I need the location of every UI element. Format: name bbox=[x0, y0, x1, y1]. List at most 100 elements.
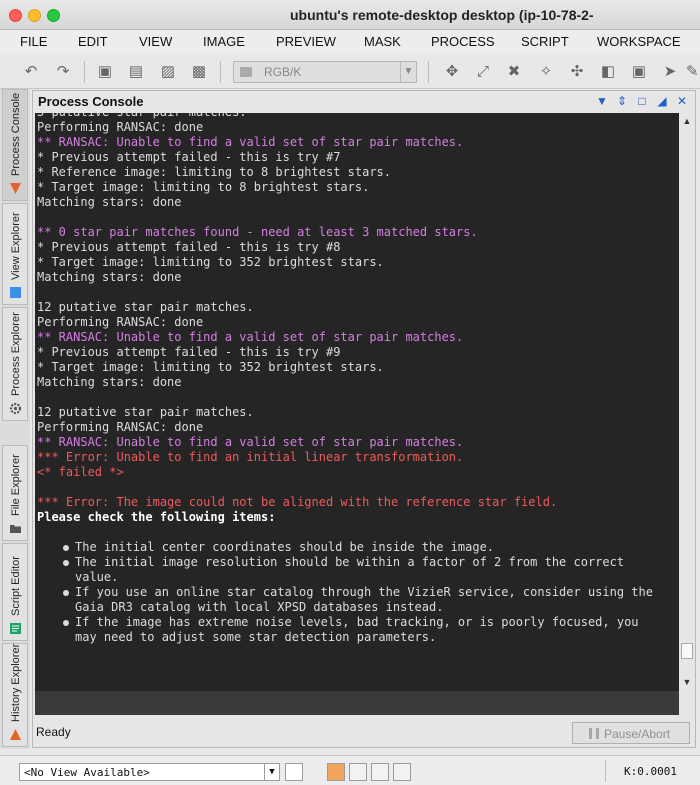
bottom-status-bar: <No View Available> ▼ K:0.0001 bbox=[0, 755, 700, 785]
panel-shade-icon[interactable]: ⇕ bbox=[615, 94, 629, 108]
menu-process[interactable]: PROCESS bbox=[431, 34, 495, 49]
view-select-value: <No View Available> bbox=[24, 766, 150, 779]
move-icon[interactable]: ✥ bbox=[443, 63, 461, 81]
checklist-line: Gaia DR3 catalog with local XPSD databas… bbox=[75, 600, 444, 614]
redo-icon[interactable]: ↷ bbox=[54, 63, 72, 81]
menu-mask[interactable]: MASK bbox=[364, 34, 401, 49]
bullet-icon bbox=[63, 620, 69, 626]
side-dock: Process Console View Explorer Process Ex… bbox=[0, 89, 30, 749]
console-line: 12 putative star pair matches. bbox=[37, 405, 254, 419]
menu-script[interactable]: SCRIPT bbox=[521, 34, 569, 49]
toolbar-separator bbox=[84, 61, 85, 83]
checklist-line: If the image has extreme noise levels, b… bbox=[75, 615, 639, 629]
panel-menu-icon[interactable]: ▼ bbox=[595, 94, 609, 108]
storage-icon[interactable]: ▨ bbox=[159, 63, 177, 81]
main-toolbar: ↶ ↷ ▣ ▤ ▨ ▩ RGB/K ▼ ✥ ⤢ ✖ ✧ ✣ ◧ ▣ ➤ ✎ bbox=[0, 55, 700, 89]
console-line: Matching stars: done bbox=[37, 270, 182, 284]
bullet-icon bbox=[63, 545, 69, 551]
scroll-down-icon[interactable]: ▼ bbox=[681, 676, 693, 688]
undo-icon[interactable]: ↶ bbox=[22, 63, 40, 81]
console-line: 3 putative star pair matches. bbox=[37, 113, 247, 120]
tab-label: File Explorer bbox=[10, 454, 22, 516]
script-icon bbox=[10, 623, 21, 634]
console-line: * Previous attempt failed - this is try … bbox=[37, 150, 341, 164]
folder-icon bbox=[10, 525, 21, 533]
cursor-icon[interactable]: ➤ bbox=[661, 63, 679, 81]
console-line: ** RANSAC: Unable to find a valid set of… bbox=[37, 135, 464, 149]
toolbar-separator bbox=[220, 61, 221, 83]
checklist-line: The initial image resolution should be w… bbox=[75, 555, 625, 569]
history-icon bbox=[10, 729, 21, 740]
console-line: * Target image: limiting to 352 brightes… bbox=[37, 360, 384, 374]
color-space-label: RGB/K bbox=[264, 65, 302, 79]
zoom-window-button[interactable] bbox=[47, 9, 60, 22]
swatch-slot[interactable] bbox=[393, 763, 411, 781]
pause-abort-button[interactable]: Pause/Abort bbox=[572, 722, 690, 744]
title-bar: ubuntu's remote-desktop desktop (ip-10-7… bbox=[0, 0, 700, 30]
menu-preview[interactable]: PREVIEW bbox=[276, 34, 336, 49]
tab-process-console[interactable]: Process Console bbox=[2, 89, 28, 201]
tab-file-explorer[interactable]: File Explorer bbox=[2, 445, 28, 541]
console-line: Performing RANSAC: done bbox=[37, 120, 204, 134]
panel-close-icon[interactable]: ✕ bbox=[675, 94, 689, 108]
tab-label: View Explorer bbox=[10, 212, 22, 280]
console-line: *** Error: Unable to find an initial lin… bbox=[37, 450, 464, 464]
scrollbar-thumb[interactable] bbox=[681, 643, 693, 659]
view-list-icon[interactable] bbox=[285, 763, 303, 781]
console-line: Performing RANSAC: done bbox=[37, 315, 204, 329]
tab-history-explorer[interactable]: History Explorer bbox=[2, 643, 28, 747]
menu-image[interactable]: IMAGE bbox=[203, 34, 245, 49]
new-window-icon[interactable]: ◧ bbox=[599, 63, 617, 81]
tab-view-explorer[interactable]: View Explorer bbox=[2, 203, 28, 305]
checklist-line: The initial center coordinates should be… bbox=[75, 540, 495, 554]
color-space-select[interactable]: RGB/K ▼ bbox=[233, 61, 417, 83]
console-line: * Target image: limiting to 8 brightest … bbox=[37, 180, 370, 194]
close-window-button[interactable] bbox=[9, 9, 22, 22]
console-line: ** RANSAC: Unable to find a valid set of… bbox=[37, 330, 464, 344]
mask-icon[interactable]: ▣ bbox=[630, 63, 648, 81]
toolbar-separator bbox=[428, 61, 429, 83]
checklist-line: may need to adjust some star detection p… bbox=[75, 630, 437, 644]
console-icon bbox=[10, 183, 21, 194]
zoom-in-icon[interactable]: ✖ bbox=[505, 63, 523, 81]
fit-icon[interactable]: ⤢ bbox=[474, 63, 492, 81]
pan-icon[interactable]: ✣ bbox=[568, 63, 586, 81]
panel-header: Process Console ▼ ⇕ □ ◢ ✕ bbox=[33, 91, 695, 113]
panel-maximize-icon[interactable]: □ bbox=[635, 94, 649, 108]
menu-workspace[interactable]: WORKSPACE bbox=[597, 34, 681, 49]
console-line: * Reference image: limiting to 8 brighte… bbox=[37, 165, 392, 179]
console-vertical-scrollbar[interactable]: ▲ ▼ bbox=[679, 113, 695, 691]
new-image-icon[interactable]: ▣ bbox=[96, 63, 114, 81]
tab-script-editor[interactable]: Script Editor bbox=[2, 543, 28, 641]
console-line: ** 0 star pair matches found - need at l… bbox=[37, 225, 478, 239]
color-swatch[interactable] bbox=[327, 763, 345, 781]
k-value-readout: K:0.0001 bbox=[624, 765, 677, 778]
checklist-line: value. bbox=[75, 570, 119, 584]
console-status-bar: Ready Pause/Abort bbox=[33, 717, 695, 747]
pause-icon bbox=[589, 728, 599, 739]
storage-alt-icon[interactable]: ▩ bbox=[190, 63, 208, 81]
menu-view[interactable]: VIEW bbox=[139, 34, 172, 49]
chevron-down-icon[interactable]: ▼ bbox=[400, 62, 416, 82]
console-output[interactable]: 3 putative star pair matches.Performing … bbox=[35, 113, 679, 691]
scroll-up-icon[interactable]: ▲ bbox=[681, 115, 693, 127]
process-console-panel: Process Console ▼ ⇕ □ ◢ ✕ 3 putative sta… bbox=[32, 90, 696, 748]
gear-icon bbox=[9, 402, 22, 415]
minimize-window-button[interactable] bbox=[28, 9, 41, 22]
new-preview-icon[interactable]: ▤ bbox=[127, 63, 145, 81]
pause-abort-label: Pause/Abort bbox=[604, 727, 671, 741]
console-line: Matching stars: done bbox=[37, 195, 182, 209]
menu-file[interactable]: FILE bbox=[20, 34, 47, 49]
console-line: *** Error: The image could not be aligne… bbox=[37, 495, 558, 509]
panel-float-icon[interactable]: ◢ bbox=[655, 94, 669, 108]
window-title: ubuntu's remote-desktop desktop (ip-10-7… bbox=[290, 7, 594, 23]
view-select[interactable]: <No View Available> ▼ bbox=[19, 763, 280, 781]
app-window: ubuntu's remote-desktop desktop (ip-10-7… bbox=[0, 0, 700, 785]
swatch-slot[interactable] bbox=[349, 763, 367, 781]
menu-edit[interactable]: EDIT bbox=[78, 34, 108, 49]
pencil-icon[interactable]: ✎ bbox=[686, 63, 699, 81]
chevron-down-icon[interactable]: ▼ bbox=[264, 764, 279, 780]
swatch-slot[interactable] bbox=[371, 763, 389, 781]
tab-process-explorer[interactable]: Process Explorer bbox=[2, 307, 28, 421]
zoom-out-icon[interactable]: ✧ bbox=[537, 63, 555, 81]
